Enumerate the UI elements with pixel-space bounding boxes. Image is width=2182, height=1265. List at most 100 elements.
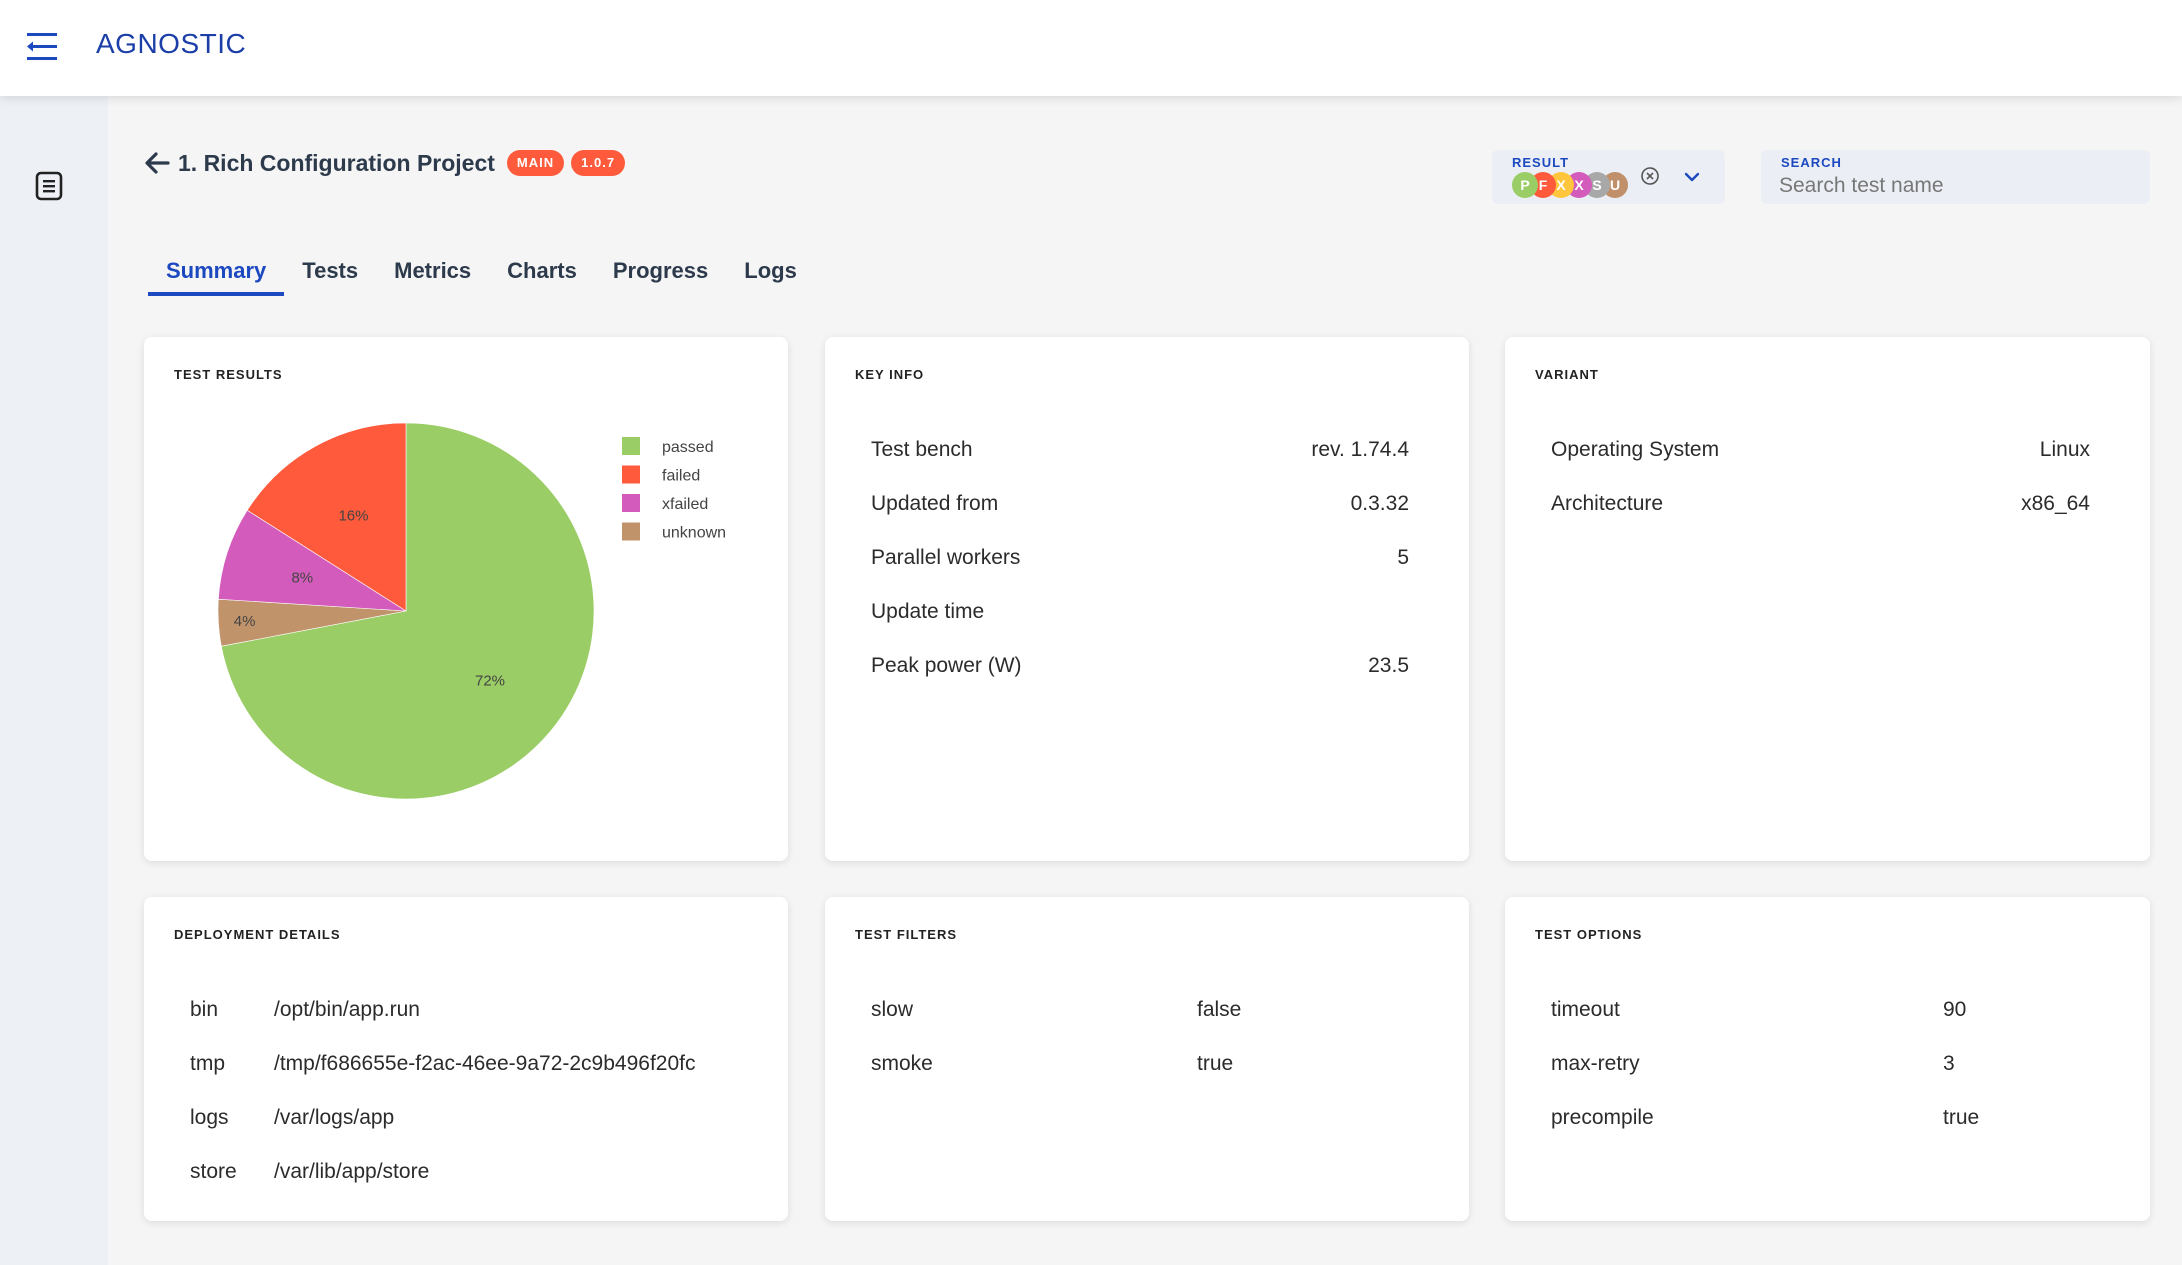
row-value: Linux xyxy=(2040,438,2090,462)
card-title: VARIANT xyxy=(1535,367,1599,382)
test-option-row: timeout90 xyxy=(1535,983,2090,1037)
sidebar xyxy=(0,96,108,1265)
legend-swatch-unknown[interactable] xyxy=(622,523,640,541)
row-key: Operating System xyxy=(1551,438,2040,462)
test-filters-list: slowfalse smoketrue xyxy=(855,983,1409,1091)
tab-progress[interactable]: Progress xyxy=(595,252,726,296)
search-label: SEARCH xyxy=(1781,155,1842,170)
row-key: store xyxy=(190,1160,274,1184)
tab-bar: Summary Tests Metrics Charts Progress Lo… xyxy=(148,252,815,296)
test-options-card: TEST OPTIONS timeout90 max-retry3 precom… xyxy=(1505,897,2150,1221)
card-title: DEPLOYMENT DETAILS xyxy=(174,927,341,942)
legend-swatch-xfailed[interactable] xyxy=(622,494,640,512)
result-chips: PFXXSU xyxy=(1512,172,1620,198)
tab-summary[interactable]: Summary xyxy=(148,252,284,296)
tab-logs[interactable]: Logs xyxy=(726,252,815,296)
page-header: 1. Rich Configuration Project MAIN 1.0.7 xyxy=(142,148,625,178)
row-value: /var/logs/app xyxy=(274,1106,394,1130)
test-filter-row: smoketrue xyxy=(855,1037,1409,1091)
row-key: max-retry xyxy=(1551,1052,1943,1076)
variant-card: VARIANT Operating SystemLinux Architectu… xyxy=(1505,337,2150,861)
deployment-list: bin/opt/bin/app.run tmp/tmp/f686655e-f2a… xyxy=(174,983,728,1199)
row-value: 90 xyxy=(1943,998,1966,1022)
test-options-list: timeout90 max-retry3 precompiletrue xyxy=(1535,983,2090,1145)
result-chip-passed[interactable]: P xyxy=(1512,172,1538,198)
variant-row: Operating SystemLinux xyxy=(1535,423,2090,477)
card-title: TEST OPTIONS xyxy=(1535,927,1642,942)
test-option-row: precompiletrue xyxy=(1535,1091,2090,1145)
search-input[interactable] xyxy=(1779,172,2129,200)
row-value: 23.5 xyxy=(1368,654,1409,678)
chevron-down-icon[interactable] xyxy=(1682,167,1702,187)
variant-row: Architecturex86_64 xyxy=(1535,477,2090,531)
row-key: logs xyxy=(190,1106,274,1130)
row-key: smoke xyxy=(871,1052,1197,1076)
menu-collapse-icon xyxy=(24,30,60,64)
back-arrow-icon[interactable] xyxy=(142,148,172,178)
search-field: SEARCH xyxy=(1761,150,2150,204)
page-title: 1. Rich Configuration Project xyxy=(178,150,495,177)
collapse-menu-button[interactable] xyxy=(24,30,60,64)
deployment-row: logs/var/logs/app xyxy=(174,1091,728,1145)
deployment-row: bin/opt/bin/app.run xyxy=(174,983,728,1037)
test-option-row: max-retry3 xyxy=(1535,1037,2090,1091)
deployment-row: store/var/lib/app/store xyxy=(174,1145,728,1199)
result-filter-label: RESULT xyxy=(1512,155,1569,170)
legend-label-failed[interactable]: failed xyxy=(662,468,700,485)
card-title: TEST FILTERS xyxy=(855,927,957,942)
key-info-row: Peak power (W)23.5 xyxy=(855,639,1409,693)
pie-label-xfailed: 8% xyxy=(291,569,313,586)
tab-tests[interactable]: Tests xyxy=(284,252,376,296)
row-key: slow xyxy=(871,998,1197,1022)
result-filter-select[interactable]: RESULT PFXXSU xyxy=(1492,150,1725,204)
row-value: 5 xyxy=(1397,546,1409,570)
row-value: x86_64 xyxy=(2021,492,2090,516)
row-value: 0.3.32 xyxy=(1351,492,1409,516)
test-filters-card: TEST FILTERS slowfalse smoketrue xyxy=(825,897,1469,1221)
row-value: true xyxy=(1197,1052,1233,1076)
legend-swatch-failed[interactable] xyxy=(622,466,640,484)
deployment-details-card: DEPLOYMENT DETAILS bin/opt/bin/app.run t… xyxy=(144,897,788,1221)
document-icon xyxy=(34,170,64,202)
variant-list: Operating SystemLinux Architecturex86_64 xyxy=(1535,423,2090,531)
tab-metrics[interactable]: Metrics xyxy=(376,252,489,296)
key-info-row: Update time xyxy=(855,585,1409,639)
test-filter-row: slowfalse xyxy=(855,983,1409,1037)
test-results-pie-chart: 72% 4% 8% 16% passed failed xfailed unknown xyxy=(144,337,788,861)
row-key: bin xyxy=(190,998,274,1022)
row-value: /var/lib/app/store xyxy=(274,1160,429,1184)
key-info-row: Test benchrev. 1.74.4 xyxy=(855,423,1409,477)
key-info-list: Test benchrev. 1.74.4 Updated from0.3.32… xyxy=(855,423,1409,693)
legend-swatch-passed[interactable] xyxy=(622,437,640,455)
top-app-bar: AGNOSTIC xyxy=(0,0,2182,96)
clear-filter-icon[interactable] xyxy=(1640,166,1660,186)
pie-label-failed: 16% xyxy=(338,507,368,524)
row-key: timeout xyxy=(1551,998,1943,1022)
row-key: Peak power (W) xyxy=(871,654,1368,678)
tab-charts[interactable]: Charts xyxy=(489,252,595,296)
deployment-row: tmp/tmp/f686655e-f2ac-46ee-9a72-2c9b496f… xyxy=(174,1037,728,1091)
card-title: KEY INFO xyxy=(855,367,924,382)
row-key: Parallel workers xyxy=(871,546,1397,570)
key-info-row: Parallel workers5 xyxy=(855,531,1409,585)
app-title: AGNOSTIC xyxy=(96,28,246,60)
row-key: Updated from xyxy=(871,492,1351,516)
legend-label-xfailed[interactable]: xfailed xyxy=(662,496,708,513)
pie-label-passed: 72% xyxy=(475,673,505,690)
branch-badge: MAIN xyxy=(507,150,564,176)
row-key: Architecture xyxy=(1551,492,2021,516)
key-info-card: KEY INFO Test benchrev. 1.74.4 Updated f… xyxy=(825,337,1469,861)
row-value: false xyxy=(1197,998,1241,1022)
row-key: precompile xyxy=(1551,1106,1943,1130)
pie-label-unknown: 4% xyxy=(234,613,256,630)
row-key: Update time xyxy=(871,600,1409,624)
row-value: /opt/bin/app.run xyxy=(274,998,420,1022)
legend-label-unknown[interactable]: unknown xyxy=(662,525,726,542)
test-results-card: TEST RESULTS 72%4%8%16%passedfailedxfail… xyxy=(144,337,788,861)
version-badge: 1.0.7 xyxy=(571,150,625,176)
legend-label-passed[interactable]: passed xyxy=(662,439,714,456)
row-key: tmp xyxy=(190,1052,274,1076)
row-value: true xyxy=(1943,1106,1979,1130)
row-value: 3 xyxy=(1943,1052,1955,1076)
sidebar-item-summary[interactable] xyxy=(34,170,64,202)
